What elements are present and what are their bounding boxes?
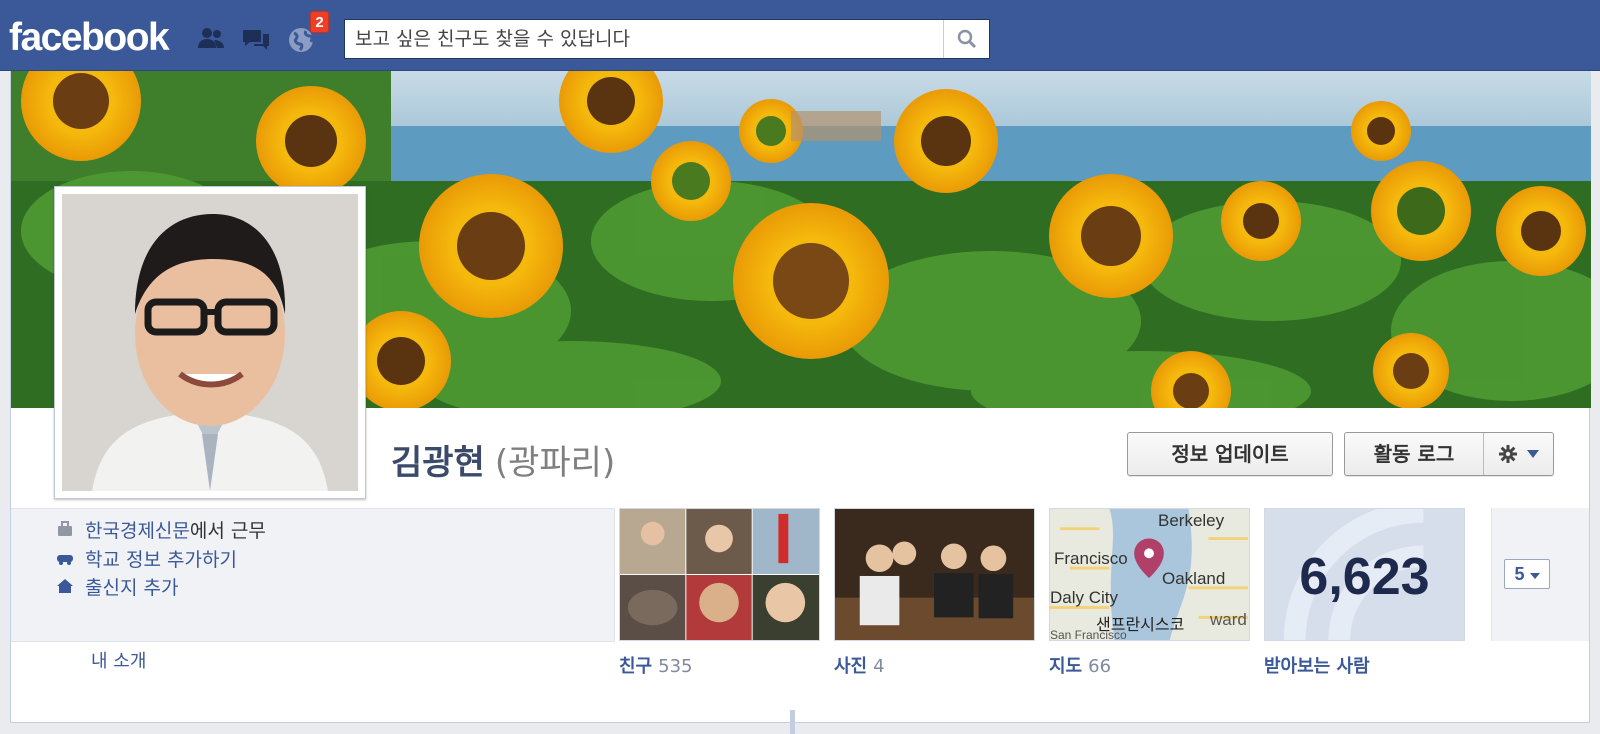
chevron-down-icon: [1526, 450, 1539, 458]
about-link[interactable]: 내 소개: [91, 647, 146, 673]
work-org-link[interactable]: 한국경제신문: [85, 516, 190, 543]
profile-picture[interactable]: [54, 186, 366, 499]
add-school-link[interactable]: 학교 정보 추가하기: [85, 545, 237, 572]
intro-info-panel: 한국경제신문 에서 근무 학교 정보 추가하기 출신지 추가: [11, 508, 615, 642]
photos-app-label[interactable]: 사진 4: [834, 652, 885, 678]
map-app-label[interactable]: 지도 66: [1049, 652, 1111, 678]
photos-count: 4: [873, 656, 885, 677]
home-icon: [57, 579, 73, 593]
facebook-logo[interactable]: facebook: [9, 16, 170, 60]
search-button[interactable]: [943, 20, 989, 58]
map-label-ward: ward: [1210, 610, 1247, 629]
map-label-daly-city: Daly City: [1050, 588, 1119, 607]
photos-app-tile[interactable]: [834, 508, 1035, 641]
update-info-button[interactable]: 정보 업데이트: [1127, 432, 1333, 476]
timeline-spine: [790, 710, 795, 734]
map-label-san-francisco: San Francisco: [1050, 628, 1127, 641]
school-info: 학교 정보 추가하기: [57, 544, 237, 572]
more-apps-count: 5: [1514, 564, 1525, 584]
settings-dropdown[interactable]: [1483, 433, 1553, 475]
notification-badge: 2: [310, 11, 329, 33]
search-bar: [344, 19, 990, 59]
friend-requests-icon[interactable]: [196, 24, 226, 54]
search-input[interactable]: [345, 20, 943, 58]
map-app-title: 지도: [1049, 656, 1083, 677]
friends-app-label[interactable]: 친구 535: [619, 652, 692, 678]
add-hometown-link[interactable]: 출신지 추가: [85, 573, 178, 600]
hometown-info: 출신지 추가: [57, 572, 178, 600]
search-icon: [957, 29, 976, 49]
friends-app-tile[interactable]: [619, 508, 820, 641]
more-apps-dropdown[interactable]: 5: [1504, 559, 1550, 589]
map-label-francisco: Francisco: [1054, 549, 1128, 568]
school-bus-icon: [57, 555, 73, 565]
map-label-oakland: Oakland: [1162, 569, 1226, 588]
subscribers-app-tile[interactable]: 6,623: [1264, 508, 1465, 641]
map-count: 66: [1088, 656, 1112, 677]
activity-log-button[interactable]: 활동 로그: [1344, 432, 1554, 476]
messages-icon[interactable]: [241, 24, 271, 54]
top-nav-bar: facebook 2: [0, 0, 1600, 71]
friends-collage-image: [620, 509, 819, 640]
gear-icon: [1498, 445, 1517, 463]
map-app-tile[interactable]: Berkeley Francisco Oakland Daly City 샌프란…: [1049, 508, 1250, 641]
profile-name: 김광현 (광파리): [391, 435, 615, 484]
subscribers-app-label[interactable]: 받아보는 사람: [1264, 652, 1370, 678]
map-label-berkeley: Berkeley: [1158, 511, 1225, 530]
photos-app-title: 사진: [834, 656, 868, 677]
profile-picture-image: [62, 194, 358, 491]
subscribers-count: 6,623: [1299, 548, 1430, 606]
friends-app-title: 친구: [619, 656, 653, 677]
timeline-header: 김광현 (광파리) 정보 업데이트 활동 로그 한국경제신문 에서 근무 학교 정보…: [10, 71, 1591, 723]
profile-alternate-name: (광파리): [494, 443, 616, 483]
chevron-down-icon: [1529, 573, 1540, 579]
briefcase-icon: [58, 521, 72, 536]
profile-name-text[interactable]: 김광현: [391, 443, 485, 483]
work-info: 한국경제신문 에서 근무: [57, 515, 266, 543]
work-suffix: 에서 근무: [189, 519, 266, 542]
friends-count: 535: [658, 656, 693, 677]
photos-preview-image: [835, 509, 1034, 640]
activity-log-label: 활동 로그: [1373, 442, 1455, 466]
subscribers-app-title: 받아보는 사람: [1264, 656, 1370, 677]
